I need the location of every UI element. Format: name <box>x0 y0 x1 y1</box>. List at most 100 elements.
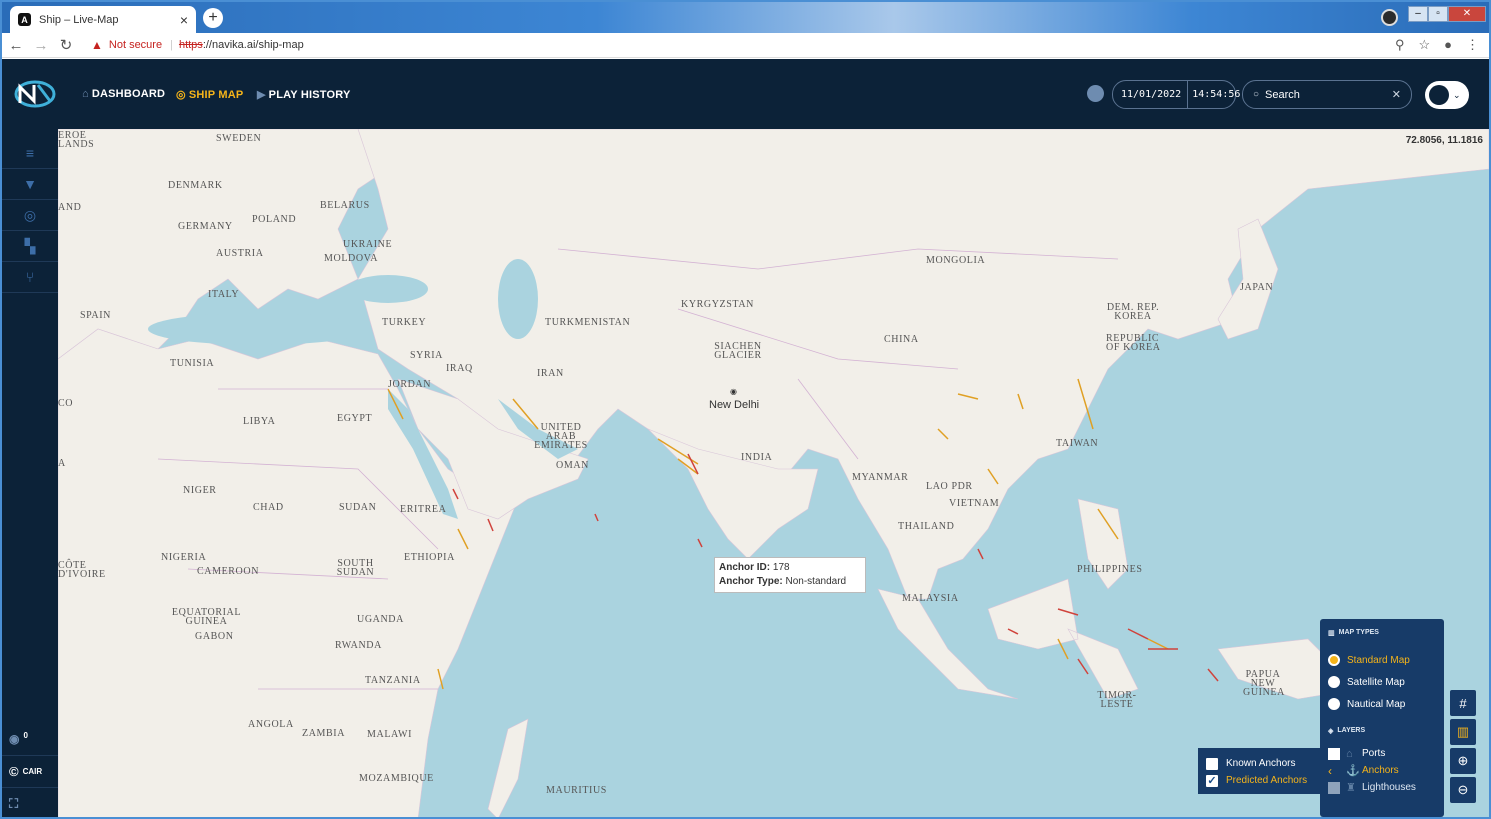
map-label: JORDAN <box>388 379 432 390</box>
copyright-icon: © <box>9 764 19 779</box>
map-label: CÔTE D'IVOIRE <box>58 560 106 580</box>
black-sea <box>348 275 428 303</box>
map-label: SUDAN <box>339 502 377 513</box>
map-label: MONGOLIA <box>926 255 986 266</box>
predicted-anchors-toggle[interactable]: ✓ Predicted Anchors <box>1206 772 1312 789</box>
forward-arrow-icon[interactable]: → <box>30 37 52 54</box>
map-label: DENMARK <box>168 180 223 191</box>
map-label: EROE LANDS <box>58 130 95 150</box>
standard-map-option[interactable]: Standard Map <box>1328 649 1436 671</box>
satellite-map-radio[interactable] <box>1328 676 1340 688</box>
brand-label: CAIR <box>22 767 43 776</box>
fullscreen-button[interactable]: ⛶ <box>2 787 58 817</box>
map-types-heading: ▥ MAP TYPES <box>1328 629 1436 637</box>
network-icon[interactable]: ⑂ <box>2 262 58 293</box>
nautical-map-option[interactable]: Nautical Map <box>1328 693 1436 715</box>
known-anchors-label: Known Anchors <box>1226 758 1296 769</box>
map-label: MALAYSIA <box>902 593 959 604</box>
city-name: New Delhi <box>709 399 760 411</box>
nav-play-history-label: PLAY HISTORY <box>268 88 351 101</box>
coordinate-readout: 72.8056, 11.1816 <box>1405 135 1483 146</box>
date-value: 11/01/2022 <box>1113 81 1189 108</box>
standard-map-label: Standard Map <box>1347 654 1410 666</box>
zoom-icon[interactable]: ⚲ <box>1395 37 1405 53</box>
tooltip-type-label: Anchor Type: <box>719 576 783 587</box>
clear-search-icon[interactable]: ✕ <box>1392 88 1401 101</box>
close-window-button[interactable]: ✕ <box>1448 6 1486 22</box>
map-label: AUSTRIA <box>216 248 264 259</box>
tooltip-id-row: Anchor ID: 178 <box>719 561 861 575</box>
nav-dashboard[interactable]: ⌂ DASHBOARD <box>82 88 165 100</box>
zoom-in-button[interactable]: ⊕ <box>1450 748 1476 774</box>
bookmark-star-icon[interactable]: ☆ <box>1418 37 1430 53</box>
map-label: RWANDA <box>335 640 382 651</box>
not-secure-label: Not secure <box>108 39 163 51</box>
radar-icon: ◉ <box>9 732 20 746</box>
caspian-sea <box>498 259 538 339</box>
search-input[interactable]: ○ Search ✕ <box>1242 80 1412 109</box>
map-label: UNITED ARAB EMIRATES <box>534 422 588 451</box>
map-label: TUNISIA <box>170 358 215 369</box>
navika-logo-icon[interactable] <box>14 79 56 109</box>
nautical-map-radio[interactable] <box>1328 698 1340 710</box>
minimize-button[interactable]: – <box>1408 6 1428 22</box>
nav-ship-map[interactable]: ◎ SHIP MAP <box>176 88 243 102</box>
map-label: OMAN <box>556 460 589 471</box>
map-label: DEM. REP. KOREA <box>1106 302 1160 322</box>
url-field[interactable]: ▲ Not secure | https ://navika.ai/ship-m… <box>91 38 304 52</box>
lighthouses-layer-toggle[interactable]: ♜ Lighthouses <box>1328 779 1436 796</box>
city-label-new-delhi: ◉ New Delhi <box>709 387 760 411</box>
lighthouses-checkbox[interactable] <box>1328 781 1340 794</box>
counter-indicator[interactable]: ◉ 0 <box>2 723 58 755</box>
known-anchors-toggle[interactable]: Known Anchors <box>1206 755 1312 772</box>
account-icon[interactable]: ● <box>1444 37 1452 53</box>
map-layers-button[interactable]: ▥ <box>1450 719 1476 745</box>
map-label: ITALY <box>208 289 240 300</box>
map-label: A <box>58 458 66 469</box>
map-label: PHILIPPINES <box>1077 564 1143 575</box>
reload-icon[interactable]: ↻ <box>55 36 77 54</box>
map-label: KYRGYZSTAN <box>681 299 754 310</box>
new-tab-button[interactable]: + <box>203 8 223 28</box>
back-arrow-icon[interactable]: ← <box>5 37 27 54</box>
zoom-out-button[interactable]: ⊖ <box>1450 777 1476 803</box>
standard-map-radio[interactable] <box>1328 654 1340 666</box>
collapse-chevron-icon[interactable]: ‹ <box>1328 764 1340 778</box>
map-label: ZAMBIA <box>302 728 346 739</box>
grid-toggle-button[interactable]: # <box>1450 690 1476 716</box>
nav-play-history[interactable]: ▶ PLAY HISTORY <box>257 88 351 102</box>
map-label: CHAD <box>253 502 284 513</box>
search-icon: ○ <box>1253 89 1260 100</box>
tooltip-id-value: 178 <box>772 562 790 573</box>
brand-badge: © CAIR <box>2 755 58 787</box>
map-label: TANZANIA <box>365 675 421 686</box>
known-anchors-checkbox[interactable] <box>1206 757 1218 770</box>
menu-icon[interactable]: ≡ <box>2 138 58 169</box>
map-label: IRAQ <box>446 363 473 374</box>
map-label: SOUTH SUDAN <box>336 558 375 578</box>
globe-icon[interactable]: ◎ <box>2 200 58 231</box>
user-menu[interactable]: ⌄ <box>1425 81 1469 109</box>
more-menu-icon[interactable]: ⋮ <box>1466 37 1479 53</box>
datetime-display: 11/01/2022 14:54:56 <box>1112 80 1240 109</box>
ports-label: Ports <box>1362 748 1386 759</box>
ports-checkbox[interactable] <box>1328 747 1340 760</box>
tab-close-icon[interactable]: × <box>180 12 188 28</box>
map-canvas[interactable]: 72.8056, 11.1816 EROE LANDS SWEDEN DENMA… <box>58 129 1489 817</box>
browser-tab[interactable]: A Ship – Live-Map × <box>10 6 196 33</box>
map-type-panel: ▥ MAP TYPES Standard Map Satellite Map N… <box>1320 619 1444 817</box>
satellite-map-option[interactable]: Satellite Map <box>1328 671 1436 693</box>
ports-layer-toggle[interactable]: ⌂ Ports <box>1328 745 1436 762</box>
map-label: TAIWAN <box>1056 438 1099 449</box>
time-value: 14:54:56 <box>1192 89 1241 100</box>
map-label: SYRIA <box>410 350 444 361</box>
browser-profile-icon[interactable] <box>1381 9 1398 26</box>
predicted-anchors-checkbox[interactable]: ✓ <box>1206 774 1218 787</box>
anchors-layer-toggle[interactable]: ‹ ⚓ Anchors <box>1328 762 1436 779</box>
puzzle-icon[interactable]: ▚ <box>2 231 58 262</box>
map-label: MOLDOVA <box>324 253 379 264</box>
filter-icon[interactable]: ▼ <box>2 169 58 200</box>
map-label: MALAWI <box>367 729 413 740</box>
map-label: SIACHEN GLACIER <box>714 341 762 361</box>
maximize-button[interactable]: ▫ <box>1428 6 1448 22</box>
